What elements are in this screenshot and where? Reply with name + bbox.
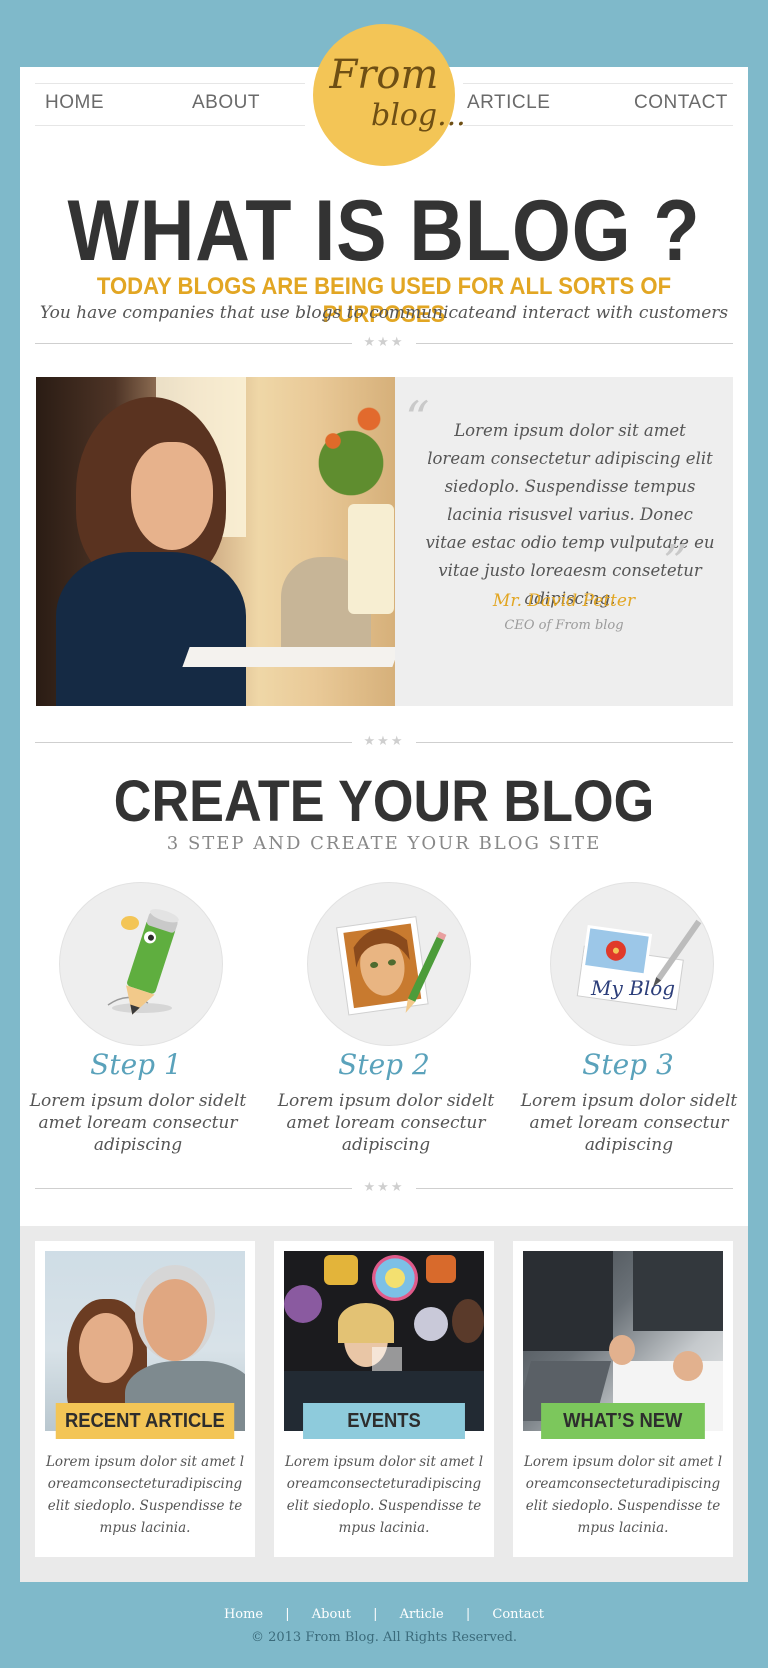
card-1-text: Lorem ipsum dolor sit amet loreamconsect…: [45, 1454, 245, 1536]
photo-vase: [348, 504, 394, 614]
card-2-label: EVENTS: [274, 1403, 494, 1439]
divider-stars-2: ★★★: [352, 733, 416, 749]
nav-about[interactable]: ABOUT: [192, 92, 260, 114]
photo-man-face: [143, 1279, 207, 1361]
card-2-text: Lorem ipsum dolor sit amet loreamconsect…: [284, 1454, 484, 1536]
woman-laptop-photo: [36, 377, 395, 706]
step-3-circle[interactable]: My Blog: [550, 882, 714, 1046]
create-blog-subtitle: 3 STEP AND CREATE YOUR BLOG SITE: [166, 833, 602, 854]
create-blog-title: CREATE YOUR BLOG: [113, 769, 655, 834]
photo-lantern-2: [372, 1255, 418, 1301]
site-logo[interactable]: From blog...: [313, 24, 466, 166]
photo-face: [131, 442, 213, 550]
photo-lantern-3: [426, 1255, 456, 1283]
photo-suit-right: [633, 1251, 723, 1331]
footer-link-contact[interactable]: Contact: [492, 1607, 544, 1622]
quote-close-icon: ”: [663, 535, 688, 591]
events-label: EVENTS: [303, 1403, 465, 1439]
card-3-text: Lorem ipsum dolor sit amet loreamconsect…: [523, 1454, 723, 1536]
testimonial-box: “ Lorem ipsum dolor sit amet loream cons…: [395, 377, 733, 706]
photo-balloon-2: [414, 1307, 448, 1341]
photo-laptop: [182, 647, 395, 667]
step-3-title: Step 3: [582, 1048, 674, 1081]
footer-separator: |: [285, 1607, 290, 1622]
photo-man-face: [452, 1299, 484, 1343]
nav-rule-bottom-right: [463, 125, 733, 126]
photo-hand-2: [673, 1351, 703, 1381]
photo-woman-hair: [338, 1303, 394, 1343]
my-blog-letter-icon: My Blog: [576, 919, 702, 1011]
testimonial-role: CEO of From blog: [504, 618, 624, 633]
divider-stars-3: ★★★: [352, 1179, 416, 1195]
photo-flowers: [306, 397, 395, 507]
copyright-text: © 2013 From Blog. All Rights Reserved.: [250, 1630, 518, 1645]
nav-rule-bottom-left: [35, 125, 305, 126]
logo-text-from: From: [329, 52, 439, 98]
photo-lantern-1: [324, 1255, 358, 1285]
step-1-circle[interactable]: [59, 882, 223, 1046]
nav-home[interactable]: HOME: [45, 92, 104, 114]
testimonial-author: Mr. David Petter: [492, 591, 636, 611]
my-blog-icon-text: My Blog: [590, 976, 675, 1000]
nav-contact[interactable]: CONTACT: [634, 92, 728, 114]
footer-link-article[interactable]: Article: [400, 1607, 444, 1622]
step-3-text: Lorem ipsum dolor sidelt amet loream con…: [520, 1091, 738, 1155]
nav-rule-top-left: [35, 83, 305, 84]
footer-separator: |: [465, 1607, 471, 1622]
photo-hand-1: [609, 1335, 635, 1365]
step-2-text: Lorem ipsum dolor sidelt amet loream con…: [277, 1091, 495, 1155]
divider-stars-1: ★★★: [352, 334, 416, 350]
photo-woman-face: [79, 1313, 133, 1383]
step-1-text: Lorem ipsum dolor sidelt amet loream con…: [29, 1091, 247, 1155]
nav-article[interactable]: ARTICLE: [467, 92, 550, 114]
photo-balloon-1: [284, 1285, 322, 1323]
hero-title: WHAT IS BLOG ?: [67, 183, 701, 279]
painting-icon: [336, 916, 447, 1016]
footer-link-about[interactable]: About: [312, 1607, 351, 1622]
recent-article-label: RECENT ARTICLE: [55, 1403, 235, 1439]
logo-text-blog: blog...: [371, 98, 466, 133]
footer-separator: |: [373, 1607, 378, 1622]
photo-body: [56, 552, 246, 706]
nav-rule-top-right: [463, 83, 733, 84]
card-3-label: WHAT’S NEW: [513, 1403, 733, 1439]
card-whats-new[interactable]: WHAT’S NEW Lorem ipsum dolor sit amet lo…: [513, 1241, 733, 1557]
step-2-circle[interactable]: [307, 882, 471, 1046]
card-recent-article[interactable]: RECENT ARTICLE Lorem ipsum dolor sit ame…: [35, 1241, 255, 1557]
hero-description: You have companies that use blogs to com…: [39, 303, 729, 323]
card-1-label: RECENT ARTICLE: [35, 1403, 255, 1439]
step-2-title: Step 2: [338, 1048, 430, 1081]
whats-new-label: WHAT’S NEW: [541, 1403, 705, 1439]
step-1-title: Step 1: [90, 1048, 182, 1081]
footer-link-home[interactable]: Home: [224, 1607, 263, 1622]
card-events[interactable]: EVENTS Lorem ipsum dolor sit amet loream…: [274, 1241, 494, 1557]
pencil-icon: [107, 909, 179, 1015]
footer-nav: Home | About | Article | Contact: [0, 1607, 768, 1622]
photo-suit-left: [523, 1251, 613, 1351]
